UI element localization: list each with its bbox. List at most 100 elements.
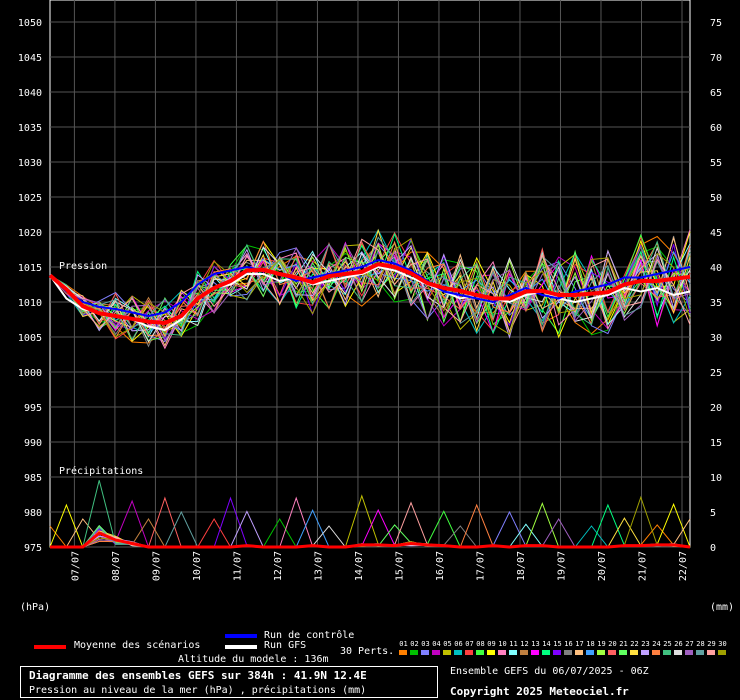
left-tick-label: 1025: [18, 193, 42, 204]
pert-number: 01: [399, 640, 408, 648]
pert-number: 13: [531, 640, 540, 648]
pert-swatch: [608, 650, 616, 655]
copyright: Copyright 2025 Meteociel.fr: [450, 685, 629, 698]
right-tick-label: 5: [710, 508, 716, 519]
pert-swatch: [619, 650, 627, 655]
pert-swatch: [674, 650, 682, 655]
pert-number: 25: [663, 640, 672, 648]
right-tick-label: 65: [710, 88, 722, 99]
left-tick-label: 1030: [18, 158, 42, 169]
pert-number: 20: [608, 640, 617, 648]
x-tick-label: 21/07: [637, 551, 648, 581]
x-tick-label: 18/07: [516, 551, 527, 581]
ensemble-info: Ensemble GEFS du 06/07/2025 - 06Z: [450, 666, 649, 677]
perturbation-line: [49, 237, 691, 341]
pert-swatch: [652, 650, 660, 655]
right-axis-ticks: 757065605550454035302520151050: [710, 18, 722, 554]
pert-number: 06: [454, 640, 463, 648]
x-tick-label: 19/07: [556, 551, 567, 581]
pert-number: 02: [410, 640, 419, 648]
x-tick-label: 12/07: [273, 551, 284, 581]
right-tick-label: 45: [710, 228, 722, 239]
right-tick-label: 60: [710, 123, 722, 134]
pert-number: 07: [465, 640, 474, 648]
left-tick-label: 1005: [18, 333, 42, 344]
right-tick-label: 15: [710, 438, 722, 449]
pert-number: 16: [564, 640, 573, 648]
right-tick-label: 70: [710, 53, 722, 64]
pert-swatch: [542, 650, 550, 655]
pert-number: 05: [443, 640, 452, 648]
left-tick-label: 985: [24, 473, 42, 484]
right-tick-label: 35: [710, 298, 722, 309]
left-tick-label: 1015: [18, 263, 42, 274]
precip-lines: [49, 480, 691, 549]
pert-number: 24: [652, 640, 661, 648]
pert-swatch: [410, 650, 418, 655]
pert-number: 30: [718, 640, 727, 648]
x-tick-label: 10/07: [192, 551, 203, 581]
right-tick-label: 25: [710, 368, 722, 379]
left-axis-ticks: 1050 1045 1040 1035 1030 1025 1020 1015 1010 1005…: [18, 18, 42, 554]
right-tick-label: 10: [710, 473, 722, 484]
x-tick-label: 13/07: [313, 551, 324, 581]
pert-number: 12: [520, 640, 529, 648]
left-tick-label: 1045: [18, 53, 42, 64]
right-tick-label: 55: [710, 158, 722, 169]
pert-swatch: [476, 650, 484, 655]
pert-swatch: [432, 650, 440, 655]
pert-swatch: [421, 650, 429, 655]
pressure-label: Pression: [59, 261, 107, 272]
pert-number: 04: [432, 640, 441, 648]
pert-number: 21: [619, 640, 628, 648]
footer-subtitle: Pression au niveau de la mer (hPa) , pré…: [29, 685, 367, 696]
x-tick-label: 07/07: [70, 551, 81, 581]
perts-legend-label: 30 Perts.: [340, 646, 395, 657]
pert-number: 27: [685, 640, 694, 648]
pert-swatch: [707, 650, 715, 655]
left-tick-label: 1040: [18, 88, 42, 99]
left-tick-label: 1020: [18, 228, 42, 239]
precip-pert-line: [50, 518, 691, 548]
pert-number: 29: [707, 640, 716, 648]
left-tick-label: 980: [24, 508, 42, 519]
footer-box: Diagramme des ensembles GEFS sur 384h : …: [20, 666, 438, 698]
pert-swatch: [520, 650, 528, 655]
x-axis-ticks: 07/07 08/07 09/07 10/07 11/07 12/07 13/07 14/07…: [70, 551, 689, 581]
x-tick-label: 16/07: [435, 551, 446, 581]
pert-swatch: [696, 650, 704, 655]
right-tick-label: 0: [710, 543, 716, 554]
pert-number: 15: [553, 640, 562, 648]
gfs-legend-label: Run GFS: [264, 640, 307, 651]
pert-swatch: [531, 650, 539, 655]
right-tick-label: 20: [710, 403, 722, 414]
x-tick-label: 08/07: [111, 551, 122, 581]
left-tick-label: 1000: [18, 368, 42, 379]
x-tick-label: 22/07: [678, 551, 689, 581]
x-tick-label: 09/07: [151, 551, 162, 581]
series-lines: [48, 258, 691, 332]
x-tick-label: 20/07: [597, 551, 608, 581]
left-tick-label: 995: [24, 403, 42, 414]
pert-swatch: [685, 650, 693, 655]
pert-swatch: [575, 650, 583, 655]
pert-number: 11: [509, 640, 518, 648]
ensemble-chart: 1050104510401035103010251020101510101005…: [18, 0, 734, 613]
altitude-label: Altitude du modele : 136m: [178, 654, 329, 665]
x-tick-label: 14/07: [354, 551, 365, 581]
pert-number: 09: [487, 640, 496, 648]
pert-swatch: [487, 650, 495, 655]
precip-label: Précipitations: [59, 465, 143, 477]
pert-swatch: [443, 650, 451, 655]
mean-swatch: [34, 645, 66, 649]
pert-swatch: [597, 650, 605, 655]
pert-swatch: [630, 650, 638, 655]
left-tick-label: 990: [24, 438, 42, 449]
x-tick-label: 17/07: [475, 551, 486, 581]
gfs-swatch: [225, 645, 257, 649]
control-swatch: [225, 634, 257, 638]
right-axis-unit: (mm): [710, 602, 734, 613]
mean-legend-label: Moyenne des scénarios: [74, 640, 201, 651]
left-tick-label: 1010: [18, 298, 42, 309]
precip-pert-line: [50, 480, 691, 548]
